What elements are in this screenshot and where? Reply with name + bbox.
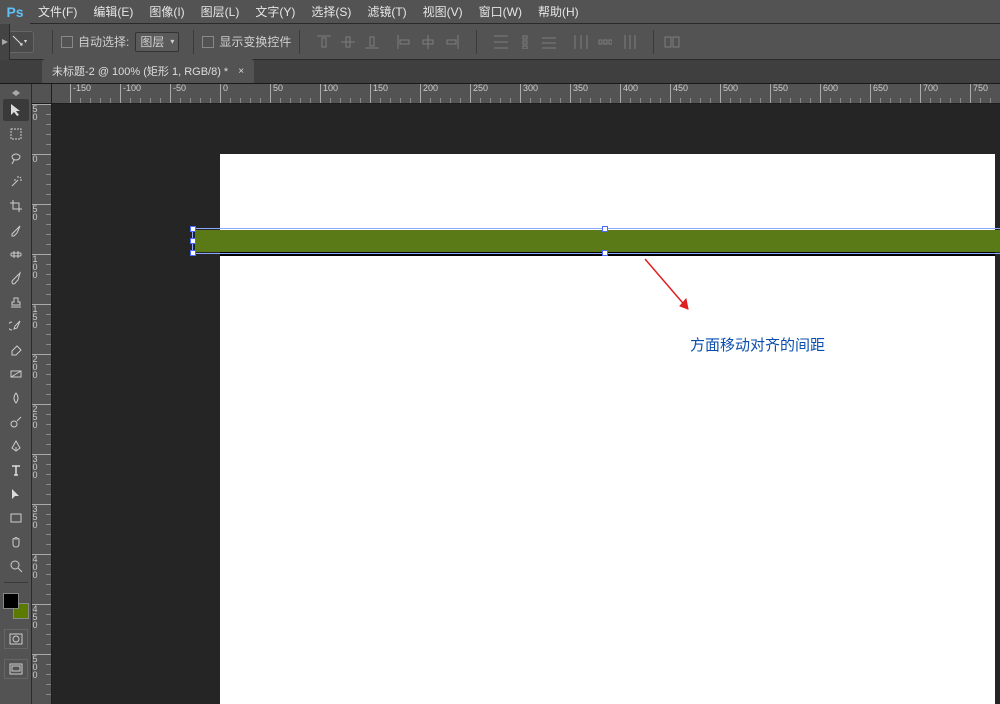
label-show-transform: 显示变换控件 bbox=[219, 33, 291, 50]
tool-gradient[interactable] bbox=[3, 363, 29, 385]
tool-eraser[interactable] bbox=[3, 339, 29, 361]
align-group-vertical bbox=[314, 32, 382, 52]
tool-type[interactable] bbox=[3, 459, 29, 481]
distribute-group-vertical bbox=[491, 32, 559, 52]
distribute-right-icon[interactable] bbox=[619, 32, 639, 52]
panel-expand-toggle[interactable] bbox=[0, 88, 31, 98]
tool-preset-picker[interactable] bbox=[6, 31, 34, 53]
menu-type[interactable]: 文字(Y) bbox=[247, 3, 303, 20]
screen-mode-toggle[interactable] bbox=[4, 659, 28, 679]
tool-brush[interactable] bbox=[3, 267, 29, 289]
chevron-down-icon: ▾ bbox=[170, 37, 174, 46]
tab-title: 未标题-2 @ 100% (矩形 1, RGB/8) * bbox=[52, 63, 228, 79]
checkbox-auto-select[interactable] bbox=[61, 36, 73, 48]
distribute-hcenter-icon[interactable] bbox=[595, 32, 615, 52]
tool-dodge[interactable] bbox=[3, 411, 29, 433]
tool-history-brush[interactable] bbox=[3, 315, 29, 337]
ruler-origin[interactable] bbox=[32, 84, 52, 104]
app-logo: Ps bbox=[0, 0, 30, 24]
workspace: -150-100-5005010015020025030035040045050… bbox=[0, 84, 1000, 704]
distribute-vcenter-icon[interactable] bbox=[515, 32, 535, 52]
tool-rectangle[interactable] bbox=[3, 507, 29, 529]
tool-move[interactable] bbox=[3, 99, 29, 121]
align-left-icon[interactable] bbox=[394, 32, 414, 52]
menu-select[interactable]: 选择(S) bbox=[303, 3, 359, 20]
menu-help[interactable]: 帮助(H) bbox=[530, 3, 587, 20]
auto-align-icon[interactable] bbox=[662, 32, 682, 52]
canvas-stage[interactable]: 方面移动对齐的间距 bbox=[52, 104, 1000, 704]
document-tab[interactable]: 未标题-2 @ 100% (矩形 1, RGB/8) * × bbox=[42, 59, 254, 83]
label-auto-select: 自动选择: bbox=[78, 33, 129, 50]
distribute-group-horizontal bbox=[571, 32, 639, 52]
align-top-icon[interactable] bbox=[314, 32, 334, 52]
distribute-top-icon[interactable] bbox=[491, 32, 511, 52]
menu-file[interactable]: 文件(F) bbox=[30, 3, 85, 20]
color-swatches[interactable] bbox=[3, 593, 29, 619]
canvas-area: -150-100-5005010015020025030035040045050… bbox=[32, 84, 1000, 704]
ruler-vertical[interactable]: 50050100150200250300350400450500550 bbox=[32, 104, 52, 704]
panel-collapse-strip[interactable] bbox=[0, 24, 10, 60]
distribute-left-icon[interactable] bbox=[571, 32, 591, 52]
tool-panel bbox=[0, 84, 32, 704]
menu-edit[interactable]: 编辑(E) bbox=[85, 3, 141, 20]
tool-lasso[interactable] bbox=[3, 147, 29, 169]
artboard[interactable]: 方面移动对齐的间距 bbox=[220, 154, 995, 704]
separator bbox=[299, 30, 300, 54]
align-bottom-icon[interactable] bbox=[362, 32, 382, 52]
foreground-swatch[interactable] bbox=[3, 593, 19, 609]
align-hcenter-icon[interactable] bbox=[418, 32, 438, 52]
menu-layer[interactable]: 图层(L) bbox=[193, 3, 248, 20]
annotation-arrow bbox=[640, 254, 700, 324]
dropdown-auto-select-target[interactable]: 图层 ▾ bbox=[135, 32, 179, 52]
tool-stamp[interactable] bbox=[3, 291, 29, 313]
tool-magic-wand[interactable] bbox=[3, 171, 29, 193]
annotation-text: 方面移动对齐的间距 bbox=[690, 334, 825, 355]
separator bbox=[476, 30, 477, 54]
tool-eyedropper[interactable] bbox=[3, 219, 29, 241]
dropdown-value: 图层 bbox=[140, 33, 164, 50]
separator bbox=[653, 30, 654, 54]
close-icon[interactable]: × bbox=[238, 66, 244, 77]
menubar: Ps 文件(F) 编辑(E) 图像(I) 图层(L) 文字(Y) 选择(S) 滤… bbox=[0, 0, 1000, 24]
shape-rectangle-1[interactable] bbox=[195, 230, 1000, 252]
menu-window[interactable]: 窗口(W) bbox=[471, 3, 530, 20]
align-group-horizontal bbox=[394, 32, 462, 52]
align-vcenter-icon[interactable] bbox=[338, 32, 358, 52]
menu-view[interactable]: 视图(V) bbox=[415, 3, 471, 20]
menu-image[interactable]: 图像(I) bbox=[141, 3, 192, 20]
separator bbox=[52, 30, 53, 54]
separator bbox=[193, 30, 194, 54]
tool-blur[interactable] bbox=[3, 387, 29, 409]
separator bbox=[4, 582, 28, 583]
tool-path-select[interactable] bbox=[3, 483, 29, 505]
tool-zoom[interactable] bbox=[3, 555, 29, 577]
quick-mask-toggle[interactable] bbox=[4, 629, 28, 649]
options-bar: 自动选择: 图层 ▾ 显示变换控件 bbox=[0, 24, 1000, 60]
ruler-horizontal[interactable]: -150-100-5005010015020025030035040045050… bbox=[52, 84, 1000, 104]
tool-pen[interactable] bbox=[3, 435, 29, 457]
align-right-icon[interactable] bbox=[442, 32, 462, 52]
distribute-bottom-icon[interactable] bbox=[539, 32, 559, 52]
tool-hand[interactable] bbox=[3, 531, 29, 553]
document-tab-bar: 未标题-2 @ 100% (矩形 1, RGB/8) * × bbox=[0, 60, 1000, 84]
tool-marquee[interactable] bbox=[3, 123, 29, 145]
tool-spot-heal[interactable] bbox=[3, 243, 29, 265]
tool-crop[interactable] bbox=[3, 195, 29, 217]
menu-filter[interactable]: 滤镜(T) bbox=[359, 3, 414, 20]
checkbox-show-transform[interactable] bbox=[202, 36, 214, 48]
